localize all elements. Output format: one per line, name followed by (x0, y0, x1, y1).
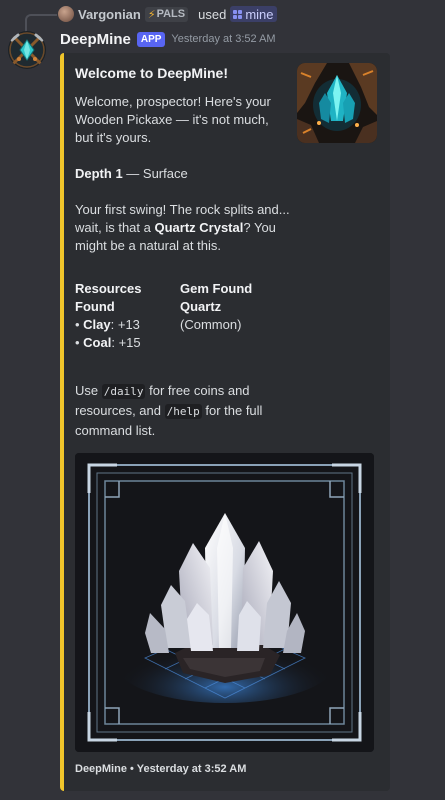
bot-name[interactable]: DeepMine (60, 31, 131, 48)
lightning-icon: ⚡ (147, 8, 156, 21)
reply-connector (25, 14, 57, 32)
swing-text: Your first swing! The rock splits and...… (75, 201, 290, 255)
embed-image[interactable] (75, 453, 374, 752)
message-timestamp[interactable]: Yesterday at 3:52 AM (171, 33, 275, 45)
crystal-emblem-icon (9, 32, 45, 68)
help-text-start: Use (75, 383, 102, 398)
bot-avatar[interactable] (8, 31, 46, 69)
intro-text: Welcome, prospector! Here's your Wooden … (75, 94, 271, 145)
swing-gem: Quartz Crystal (154, 220, 244, 235)
depth-label: Depth 1 (75, 166, 123, 181)
embed-thumbnail[interactable] (297, 63, 377, 143)
resources-field-name: Resources Found (75, 281, 142, 314)
gem-rarity: (Common) (180, 317, 242, 332)
resource-item: • Clay: +13 (75, 317, 140, 332)
quartz-crystal-image (75, 453, 374, 752)
help-text: Use /daily for free coins and resources,… (75, 381, 290, 440)
message-header: DeepMine APP Yesterday at 3:52 AM (60, 29, 276, 49)
resource-name: Clay (83, 317, 111, 332)
embed-title: Welcome to DeepMine! (75, 65, 228, 81)
resources-field: Resources Found • Clay: +13 • Coal: +15 (75, 280, 170, 352)
resource-name: Coal (83, 335, 112, 350)
slash-command-icon (233, 9, 243, 19)
gem-name-text: Quartz (180, 299, 222, 314)
command-mention[interactable]: mine (230, 6, 277, 22)
daily-command: /daily (101, 384, 146, 399)
command-name: mine (245, 6, 274, 22)
reply-user-avatar[interactable] (58, 6, 74, 22)
reply-username[interactable]: Vargonian (78, 7, 141, 22)
resource-item: • Coal: +15 (75, 335, 141, 350)
server-tag[interactable]: ⚡ PALS (144, 6, 189, 22)
gem-field-name: Gem Found (180, 281, 253, 296)
depth-line: Depth 1 — Surface (75, 165, 375, 183)
gem-name: Quartz (180, 298, 300, 316)
embed-footer: DeepMine • Yesterday at 3:52 AM (75, 763, 247, 775)
app-badge: APP (136, 31, 166, 47)
mine-crystal-icon (297, 63, 377, 143)
reply-used-text: used (198, 6, 227, 22)
help-command: /help (164, 404, 202, 419)
gem-field: Gem Found Quartz (Common) (180, 280, 300, 334)
reply-reference[interactable]: Vargonian ⚡ PALS used mine (58, 5, 277, 23)
resource-amount: : +13 (110, 317, 140, 332)
depth-value: — Surface (122, 166, 188, 181)
resource-amount: : +15 (111, 335, 141, 350)
server-tag-label: PALS (156, 8, 186, 20)
embed-card: Welcome to DeepMine! Welcome, prospector… (60, 53, 390, 791)
